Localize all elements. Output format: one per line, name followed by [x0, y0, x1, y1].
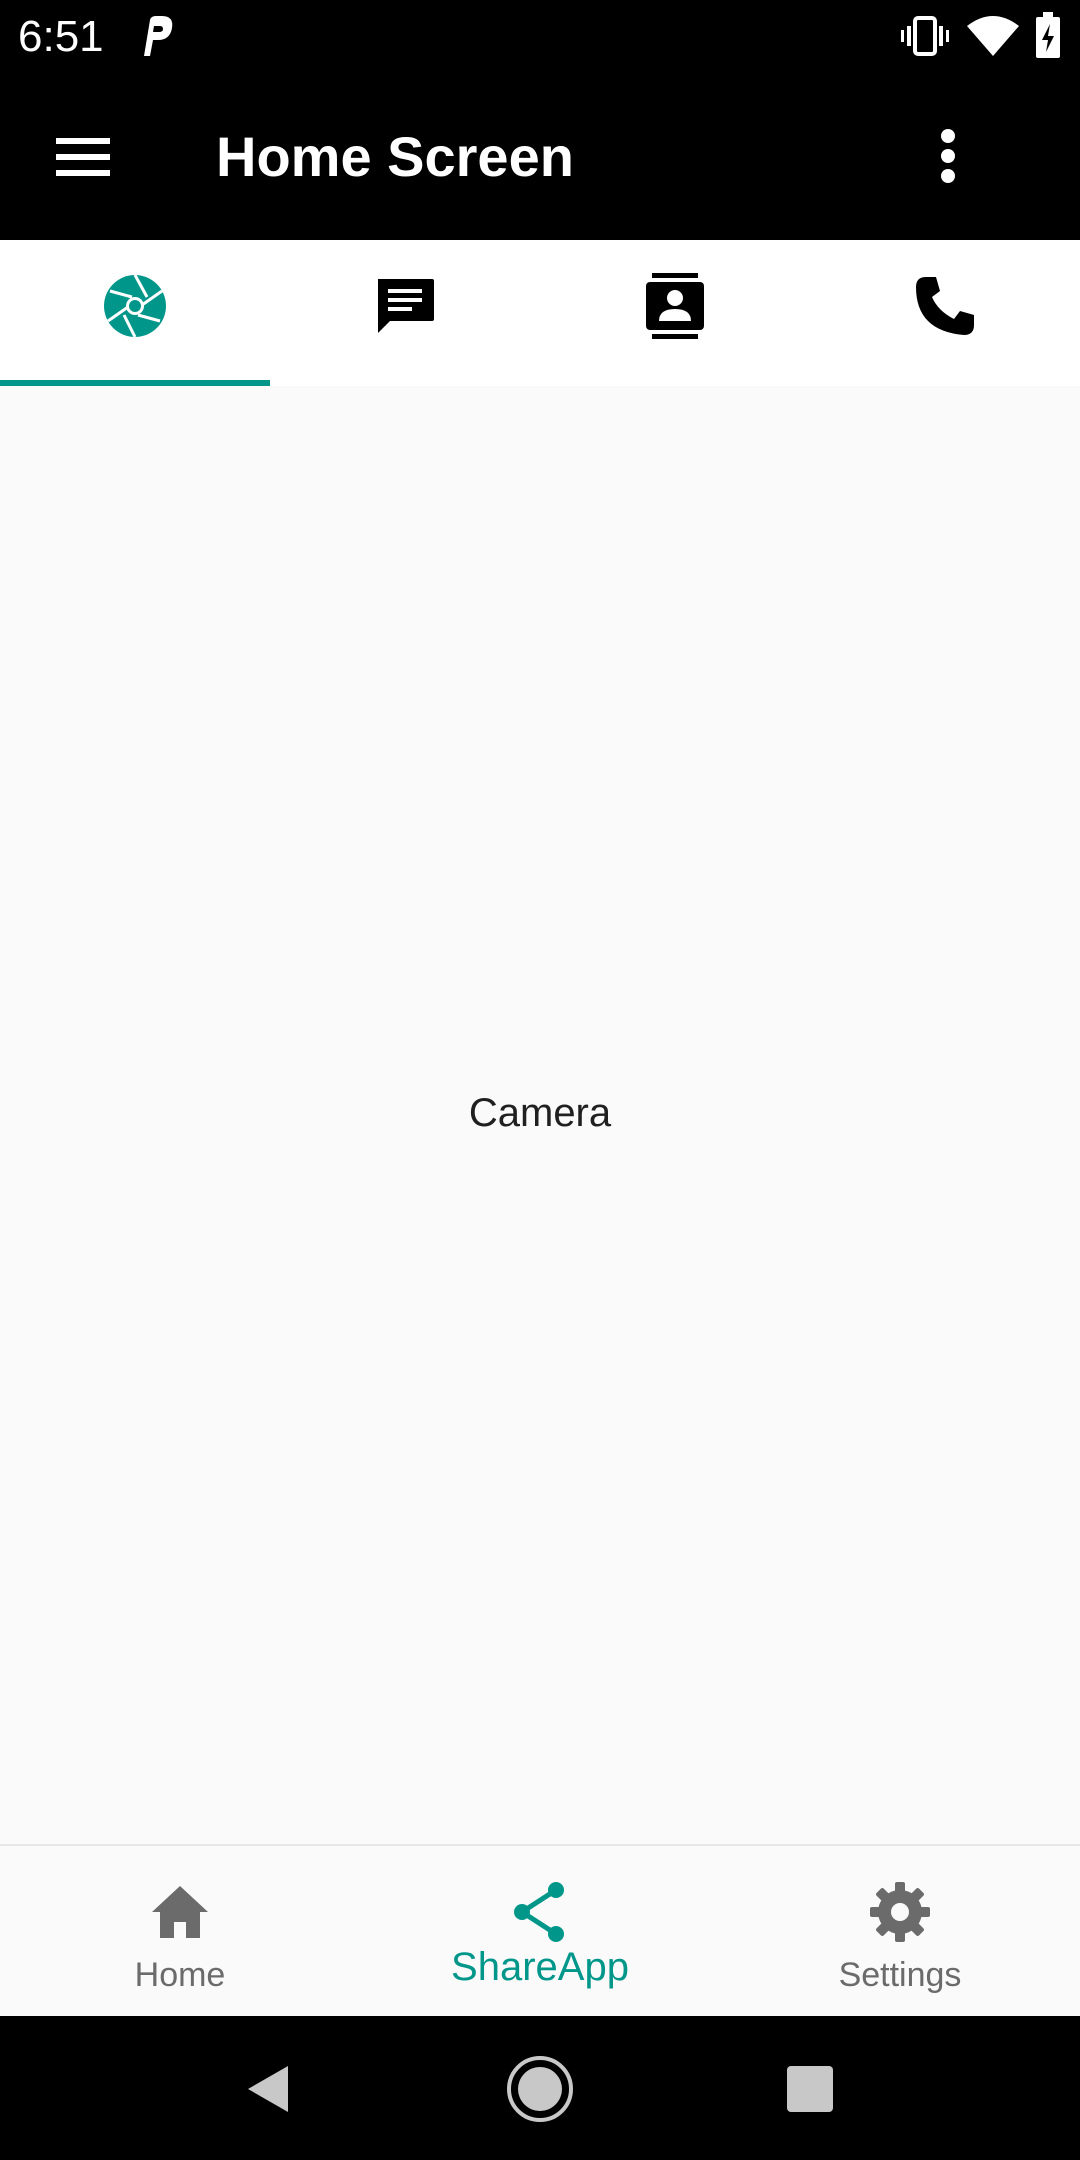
- tab-bar: [0, 240, 1080, 386]
- back-icon: [248, 2066, 288, 2112]
- content-label: Camera: [468, 1091, 612, 1135]
- share-icon: [514, 1882, 564, 1942]
- system-navigation-bar: [0, 2016, 1080, 2160]
- gear-icon: [870, 1882, 930, 1942]
- status-bar: 6:51: [0, 0, 1080, 74]
- content-area: Camera: [0, 386, 1080, 1844]
- wifi-icon: [967, 16, 1019, 56]
- parking-app-icon: [144, 16, 173, 56]
- phone-icon: [916, 277, 974, 335]
- page-title: Home Screen: [216, 125, 574, 188]
- tab-contacts[interactable]: [540, 240, 810, 386]
- screen: 6:51 Home Screen Camera Home ShareApp Se…: [0, 0, 1080, 2160]
- system-recents-button[interactable]: [765, 2044, 855, 2134]
- hamburger-menu-icon: [56, 138, 110, 176]
- tab-messages[interactable]: [270, 240, 540, 386]
- battery-charging-icon: [1036, 12, 1060, 58]
- home-icon: [152, 1886, 208, 1938]
- bottom-nav-settings[interactable]: Settings: [720, 1846, 1080, 2016]
- tab-phone[interactable]: [810, 240, 1080, 386]
- home-circle-icon: [507, 2056, 573, 2122]
- overflow-menu-button[interactable]: [918, 114, 978, 200]
- camera-shutter-icon: [104, 274, 166, 338]
- status-time: 6:51: [18, 12, 104, 61]
- bottom-nav-settings-label: Settings: [838, 1956, 962, 1994]
- message-icon: [378, 279, 434, 333]
- system-home-button[interactable]: [495, 2044, 585, 2134]
- app-bar: Home Screen: [0, 74, 1080, 240]
- bottom-nav-shareapp-label: ShareApp: [451, 1945, 629, 1989]
- recents-icon: [787, 2066, 833, 2112]
- bottom-nav-shareapp[interactable]: ShareApp: [360, 1846, 720, 2016]
- system-back-button[interactable]: [222, 2044, 312, 2134]
- bottom-nav-home-label: Home: [134, 1956, 226, 1994]
- menu-button[interactable]: [40, 114, 126, 200]
- bottom-navigation: Home ShareApp Settings: [0, 1844, 1080, 2016]
- vibrate-icon: [901, 16, 949, 56]
- more-vert-icon: [941, 129, 955, 183]
- tab-camera[interactable]: [0, 240, 270, 386]
- bottom-nav-home[interactable]: Home: [0, 1846, 360, 2016]
- contacts-icon: [646, 273, 704, 339]
